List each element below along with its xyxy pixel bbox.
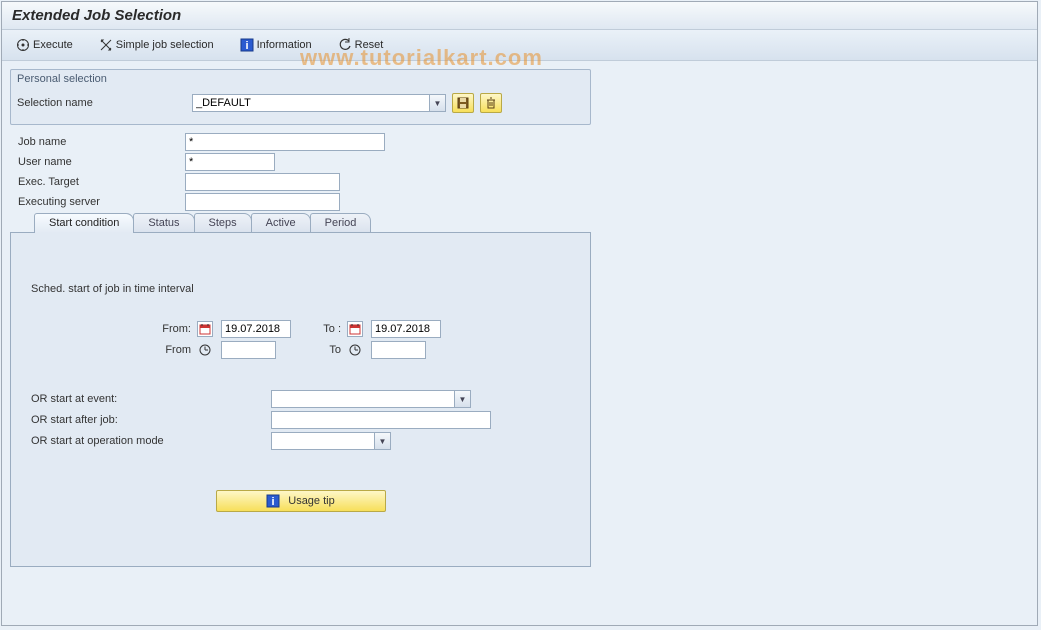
from-date-input[interactable] [221,320,291,338]
start-condition-panel: Sched. start of job in time interval Fro… [10,232,591,567]
tab-steps[interactable]: Steps [194,213,252,232]
svg-text:i: i [272,496,275,508]
execute-icon [16,38,30,52]
user-name-label: User name [10,156,185,168]
to-date-label: To : [307,323,341,335]
or-start-opmode-label: OR start at operation mode [31,435,271,447]
to-time-label: To [307,344,341,356]
exec-target-label: Exec. Target [10,176,185,188]
executing-server-label: Executing server [10,196,185,208]
user-name-input[interactable] [185,153,275,171]
tab-status[interactable]: Status [133,213,194,232]
tab-active[interactable]: Active [251,213,311,232]
tabstrip: Start condition Status Steps Active Peri… [34,213,1029,232]
to-time-input[interactable] [371,341,426,359]
simple-selection-label: Simple job selection [116,39,214,51]
info-icon: i [240,38,254,52]
reset-label: Reset [355,39,384,51]
clock-to-icon[interactable] [347,342,363,358]
job-name-input[interactable] [185,133,385,151]
to-date-input[interactable] [371,320,441,338]
reset-button[interactable]: Reset [334,36,388,54]
from-date-label: From: [151,323,191,335]
reset-icon [338,38,352,52]
job-name-label: Job name [10,136,185,148]
from-time-input[interactable] [221,341,276,359]
sched-start-heading: Sched. start of job in time interval [31,283,570,295]
executing-server-input[interactable] [185,193,340,211]
exec-target-input[interactable] [185,173,340,191]
or-start-event-label: OR start at event: [31,393,271,405]
personal-selection-panel: Personal selection Selection name ▼ [10,69,591,125]
or-start-event-dropdown-icon[interactable]: ▼ [454,391,470,407]
selection-name-dropdown-icon[interactable]: ▼ [429,95,445,111]
trash-icon [485,97,497,109]
or-start-opmode-dropdown-icon[interactable]: ▼ [374,433,390,449]
tab-period[interactable]: Period [310,213,372,232]
calendar-to-icon[interactable] [347,321,363,337]
calendar-from-icon[interactable] [197,321,213,337]
info-icon: i [266,494,280,508]
or-start-opmode-input[interactable] [271,432,391,450]
usage-tip-button[interactable]: i Usage tip [216,490,386,512]
execute-label: Execute [33,39,73,51]
information-label: Information [257,39,312,51]
simple-selection-button[interactable]: Simple job selection [95,36,218,54]
delete-selection-button[interactable] [480,93,502,113]
app-toolbar: Execute Simple job selection i Informati… [2,30,1037,61]
personal-selection-title: Personal selection [11,70,590,88]
svg-text:i: i [245,40,248,52]
or-start-after-job-input[interactable] [271,411,491,429]
simple-selection-icon [99,38,113,52]
tab-start-condition[interactable]: Start condition [34,213,134,233]
information-button[interactable]: i Information [236,36,316,54]
clock-from-icon[interactable] [197,342,213,358]
save-icon [457,97,469,109]
execute-button[interactable]: Execute [12,36,77,54]
selection-name-label: Selection name [17,97,192,109]
page-title: Extended Job Selection [2,2,1037,30]
from-time-label: From [151,344,191,356]
selection-name-input[interactable] [192,94,446,112]
usage-tip-label: Usage tip [288,495,334,507]
or-start-after-job-label: OR start after job: [31,414,271,426]
save-selection-button[interactable] [452,93,474,113]
or-start-event-input[interactable] [271,390,471,408]
